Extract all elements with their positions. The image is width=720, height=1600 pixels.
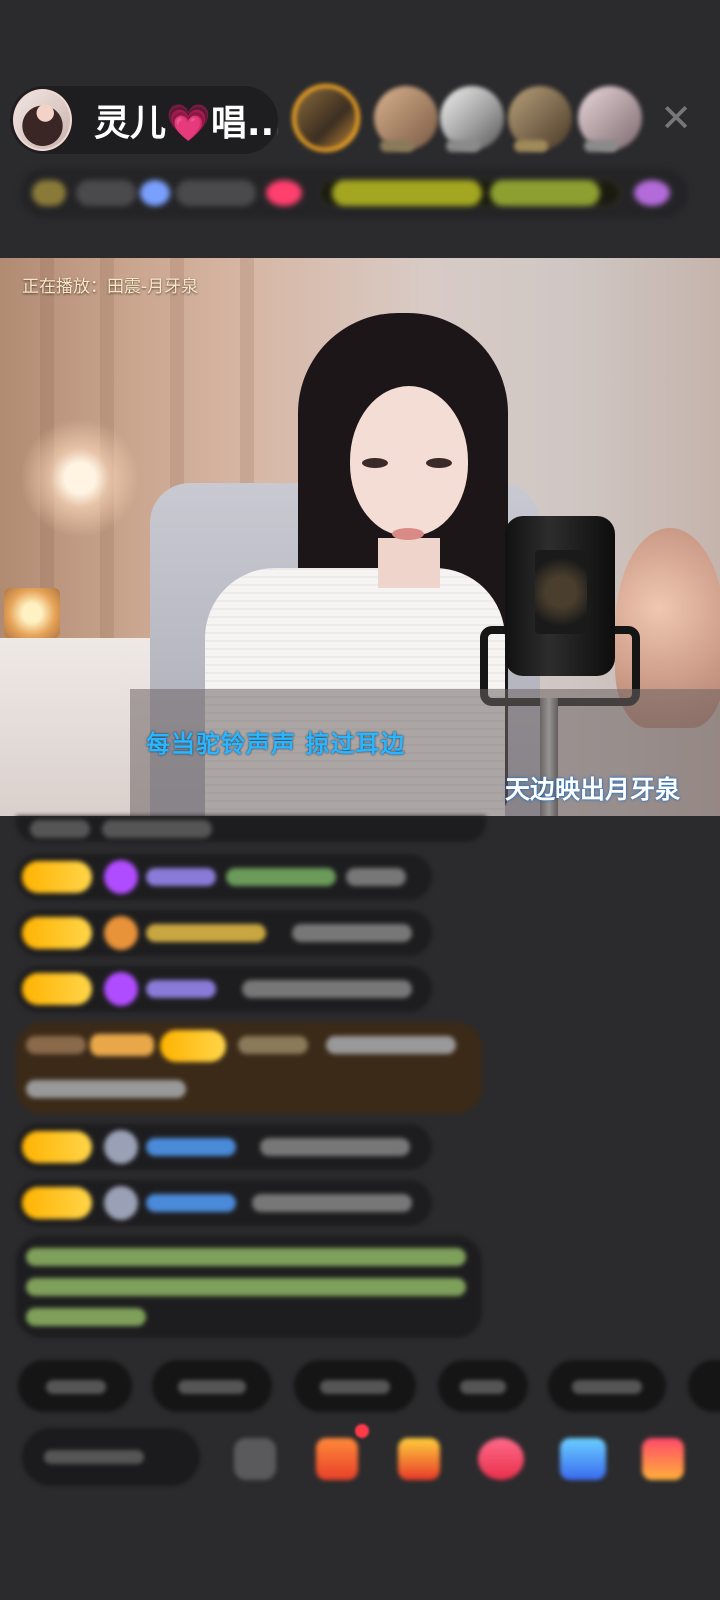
quick-reply-chip[interactable] [438, 1360, 528, 1412]
viewer-rank-badge [514, 140, 548, 152]
status-chip [76, 180, 136, 206]
viewer-rank-badge [584, 140, 618, 152]
level-badge [22, 861, 92, 893]
more-icon[interactable] [642, 1438, 684, 1480]
status-chip [634, 180, 670, 206]
candle [4, 588, 60, 638]
chat-system-message [16, 1236, 482, 1338]
red-envelope-icon[interactable] [398, 1438, 440, 1480]
heart-gift-icon[interactable] [478, 1438, 524, 1480]
comment-input[interactable] [22, 1428, 200, 1486]
room-status-bar[interactable] [20, 168, 688, 218]
streamer-neck [378, 538, 440, 588]
host-name-suffix: 唱... [210, 103, 278, 144]
chat-message-highlight [16, 1022, 482, 1114]
fan-badge-icon [104, 1186, 138, 1220]
chat-message [16, 854, 432, 900]
status-chip [490, 180, 600, 206]
quick-reply-chip[interactable] [18, 1360, 132, 1412]
level-badge [22, 973, 92, 1005]
fan-badge-icon [104, 972, 138, 1006]
host-name: 灵儿💗唱... [94, 94, 278, 146]
level-badge [160, 1030, 226, 1062]
quick-reply-chip[interactable] [294, 1360, 416, 1412]
chat-message [16, 1180, 432, 1226]
microphone-grill [535, 550, 587, 634]
now-playing-label: 正在播放：田震-月牙泉 [22, 277, 199, 297]
level-badge [22, 1187, 92, 1219]
status-chip [176, 180, 256, 206]
status-chip [332, 180, 482, 206]
status-chip [32, 180, 66, 206]
game-controller-icon[interactable] [560, 1438, 606, 1480]
fan-badge-icon [104, 916, 138, 950]
live-video[interactable]: 正在播放：田震-月牙泉 每当驼铃声声 掠过耳边 天边映出月牙泉 [0, 258, 720, 816]
level-badge [22, 917, 92, 949]
heart-icon: 💗 [166, 103, 211, 144]
host-avatar[interactable] [13, 89, 73, 151]
notification-dot [355, 1424, 369, 1438]
fan-badge-icon [104, 860, 138, 894]
quick-reply-chip[interactable] [548, 1360, 666, 1412]
lamp [20, 418, 140, 538]
fan-badge-icon [104, 1130, 138, 1164]
viewer-rank-badge [380, 140, 414, 152]
streamer-lips [392, 528, 424, 540]
quick-reply-row[interactable] [0, 1360, 720, 1414]
level-badge [22, 1131, 92, 1163]
streamer-eye [426, 458, 452, 468]
streamer-eye [362, 458, 388, 468]
top-viewer-avatar-1[interactable] [292, 84, 360, 152]
lyric-line-2: 天边映出月牙泉 [505, 775, 681, 804]
status-chip [140, 180, 170, 206]
chat-message [16, 966, 432, 1012]
host-info-pill[interactable]: 灵儿💗唱... [10, 86, 278, 154]
viewer-rank-badge [446, 140, 480, 152]
gift-box-icon[interactable] [316, 1438, 358, 1480]
emoji-icon[interactable] [234, 1438, 276, 1480]
close-icon[interactable]: ✕ [656, 98, 696, 138]
status-chip [266, 180, 302, 206]
chat-message [16, 816, 486, 842]
quick-reply-chip[interactable] [152, 1360, 272, 1412]
lyric-line-1: 每当驼铃声声 掠过耳边 [146, 730, 406, 758]
chat-message [16, 910, 432, 956]
quick-reply-chip[interactable] [688, 1360, 720, 1412]
chat-message [16, 1124, 432, 1170]
host-name-prefix: 灵儿 [94, 103, 167, 144]
